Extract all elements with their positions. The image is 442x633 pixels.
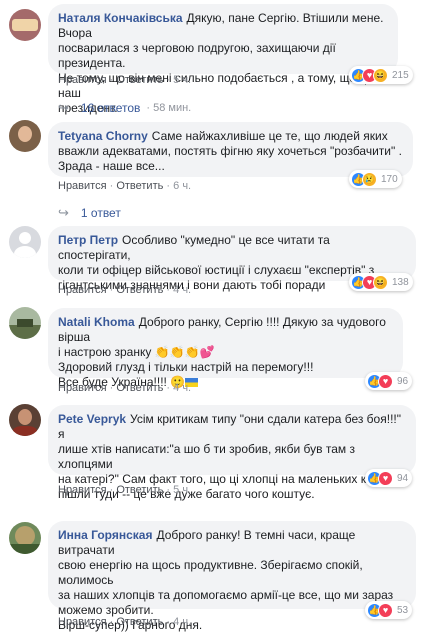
replies-time: 58 мин. xyxy=(153,102,192,114)
comment-text-line: за наших хлопців та допомогаємо армії-це… xyxy=(58,588,394,602)
comment-text-line: і настрою зранку xyxy=(58,345,152,359)
comment-time[interactable]: 6 ч. xyxy=(173,180,191,192)
comment-text-line: вважли адекватами, постять фігню яку хоч… xyxy=(58,144,402,158)
view-replies[interactable]: ↪ 1 ответ xyxy=(58,205,121,221)
reactions-badge[interactable]: 👍 ♥ 😆 138 xyxy=(349,273,413,291)
avatar[interactable] xyxy=(9,307,41,339)
reactions-count: 94 xyxy=(397,472,409,484)
comment-time[interactable]: 5 ч. xyxy=(173,74,191,86)
replies-separator: · xyxy=(146,102,151,114)
reply-link[interactable]: Ответить xyxy=(116,616,163,628)
love-icon: ♥ xyxy=(378,470,393,486)
avatar[interactable] xyxy=(9,9,41,41)
reactions-count: 53 xyxy=(397,604,409,616)
haha-icon: 😆 xyxy=(373,67,388,83)
haha-icon: 😆 xyxy=(373,274,388,290)
comment-time[interactable]: 5 ч. xyxy=(173,484,191,496)
comment-time[interactable]: 4 ч. xyxy=(173,284,191,296)
reply-arrow-icon: ↪ xyxy=(58,100,69,115)
comment-author[interactable]: Инна Горянская xyxy=(58,528,152,542)
comment-actions: Нравится · Ответить · 6 ч. xyxy=(58,180,192,192)
reactions-count: 215 xyxy=(392,69,409,81)
like-link[interactable]: Нравится xyxy=(58,484,107,496)
comment-text-line: коли ти офіцер військової юстиції і слух… xyxy=(58,263,375,277)
reactions-badge[interactable]: 👍 😢 170 xyxy=(349,170,402,188)
reply-link[interactable]: Ответить xyxy=(116,74,163,86)
reply-link[interactable]: Ответить xyxy=(116,180,163,192)
reactions-count: 170 xyxy=(381,173,398,185)
comment-time[interactable]: 4 ч. xyxy=(173,382,191,394)
comment-actions: Нравится · Ответить · 4 ч. xyxy=(58,616,192,628)
comment-text-line: Саме найжахливіше це те, що людей яких xyxy=(151,129,388,143)
like-link[interactable]: Нравится xyxy=(58,284,107,296)
reactions-badge[interactable]: 👍 ♥ 96 xyxy=(365,372,413,390)
comment-author[interactable]: Pete Vepryk xyxy=(58,412,126,426)
clap-emoji-icon: 👏👏👏💕 xyxy=(154,345,215,359)
comment-author[interactable]: Петр Петр xyxy=(58,233,118,247)
comment-bubble: Инна Горянская Доброго ранку! В темні час… xyxy=(48,521,416,632)
reactions-badge[interactable]: 👍 ♥ 53 xyxy=(365,601,413,619)
reply-link[interactable]: Ответить xyxy=(116,484,163,496)
like-link[interactable]: Нравится xyxy=(58,74,107,86)
reactions-badge[interactable]: 👍 ♥ 94 xyxy=(365,469,413,487)
sad-icon: 😢 xyxy=(362,171,377,187)
reply-link[interactable]: Ответить xyxy=(116,382,163,394)
comment-bubble: Natali Khoma Доброго ранку, Сергію !!!! Д… xyxy=(48,308,403,389)
comment-text-line: посварилася з черговою подругою, захищаю… xyxy=(58,41,336,70)
avatar[interactable] xyxy=(9,120,41,152)
reactions-badge[interactable]: 👍 ♥ 😆 215 xyxy=(349,66,413,84)
love-icon: ♥ xyxy=(378,602,393,618)
love-icon: ♥ xyxy=(378,373,393,389)
comment-author[interactable]: Natali Khoma xyxy=(58,315,135,329)
comment-time[interactable]: 4 ч. xyxy=(173,616,191,628)
comment-text-line: Зрада - наше все... xyxy=(58,159,165,173)
reply-arrow-icon: ↪ xyxy=(58,205,69,220)
like-link[interactable]: Нравится xyxy=(58,180,107,192)
comment-bubble: Наталя Кончаківська Дякую, пане Сергію. В… xyxy=(48,4,398,115)
comment-bubble: Pete Vepryk Усім критикам типу "они сдали… xyxy=(48,405,416,501)
avatar[interactable] xyxy=(9,522,41,554)
comment-author[interactable]: Tetyana Chorny xyxy=(58,129,148,143)
comment-text-line: лише хтів написати:"а шо б ти зробив, як… xyxy=(58,442,355,471)
reactions-count: 138 xyxy=(392,276,409,288)
avatar[interactable] xyxy=(9,404,41,436)
comment-text-line: свою енергію на щось продуктивне. Зберіг… xyxy=(58,558,363,587)
reactions-count: 96 xyxy=(397,375,409,387)
comment-text-line: Здоровий глузд і тільки настрій на перем… xyxy=(58,360,314,374)
comment-actions: Нравится · Ответить · 5 ч. xyxy=(58,484,192,496)
comment-author[interactable]: Наталя Кончаківська xyxy=(58,11,183,25)
comment-text-line: можемо зробити. xyxy=(58,603,154,617)
avatar[interactable] xyxy=(9,226,41,258)
reply-link[interactable]: Ответить xyxy=(116,284,163,296)
comment-bubble: Tetyana Chorny Саме найжахливіше це те, щ… xyxy=(48,122,413,177)
comment-actions: Нравится · Ответить · 5 ч. xyxy=(58,74,192,86)
like-link[interactable]: Нравится xyxy=(58,616,107,628)
replies-count[interactable]: 16 ответов xyxy=(81,101,141,115)
view-replies[interactable]: ↪ 16 ответов · 58 мин. xyxy=(58,100,191,116)
comment-actions: Нравится · Ответить · 4 ч. xyxy=(58,382,192,394)
like-link[interactable]: Нравится xyxy=(58,382,107,394)
comment-actions: Нравится · Ответить · 4 ч. xyxy=(58,284,192,296)
replies-count[interactable]: 1 ответ xyxy=(81,206,121,220)
